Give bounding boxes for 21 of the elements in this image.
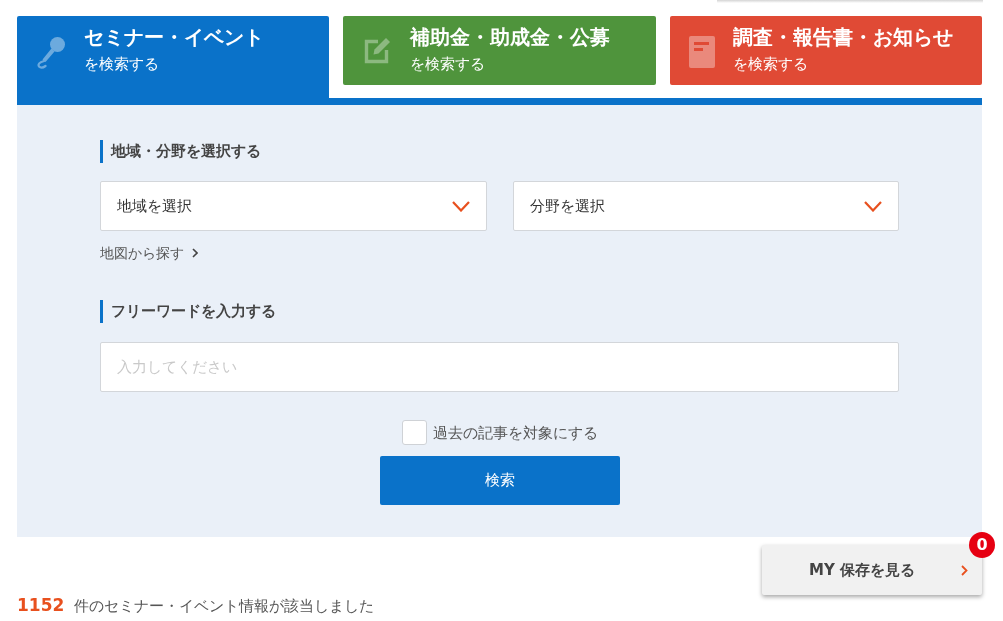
dropdown-select[interactable]: 分野を選択 <box>512 181 899 231</box>
document-icon <box>688 36 715 68</box>
result-count: 1152 <box>17 595 65 615</box>
checkbox-label[interactable]: 過去の記事を対象にする <box>432 422 598 443</box>
chevron-right-icon <box>961 565 968 576</box>
chevron-right-icon <box>192 248 198 258</box>
category-tab[interactable]: 補助金・助成金・公募 を検索する <box>343 16 656 85</box>
section-heading: 地域・分野を選択する <box>100 140 899 163</box>
search-button[interactable]: 検索 <box>379 456 620 505</box>
category-tab[interactable]: 調査・報告書・お知らせ を検索する <box>669 16 982 85</box>
dropdown-select[interactable]: 地域を選択 <box>100 181 487 231</box>
chevron-down-icon <box>451 200 470 212</box>
count-badge: 0 <box>969 532 995 558</box>
result-text: 件のセミナー・イベント情報が該当しました <box>74 597 375 616</box>
chevron-down-icon <box>864 200 882 212</box>
edit-icon <box>362 36 393 66</box>
section-heading: フリーワードを入力する <box>100 300 899 323</box>
category-tab[interactable]: セミナー・イベント を検索する <box>17 16 330 98</box>
microphone-icon <box>36 36 66 69</box>
map-link[interactable]: 地図から探す <box>100 244 198 262</box>
checkbox[interactable] <box>401 420 427 445</box>
